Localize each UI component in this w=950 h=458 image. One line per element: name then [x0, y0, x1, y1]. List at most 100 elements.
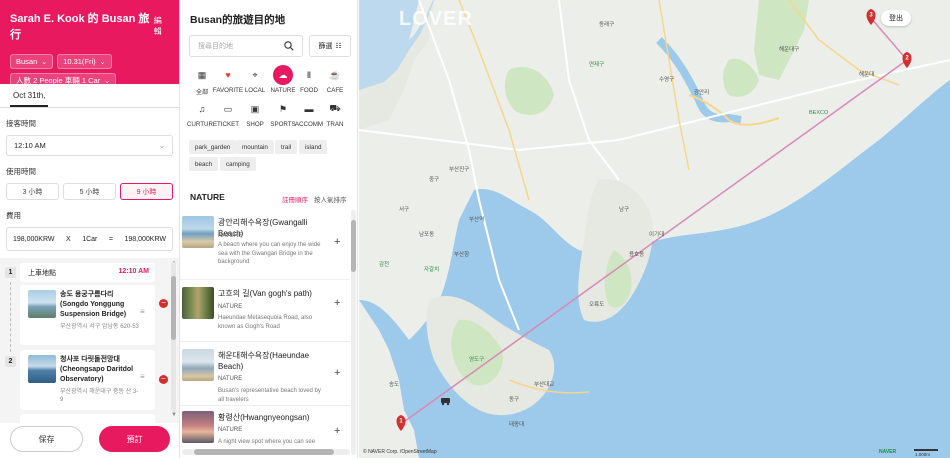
- map-label: 부산진구: [449, 167, 470, 173]
- tag-camping[interactable]: camping: [220, 157, 256, 171]
- place-desc: Busan's representative beach loved by al…: [218, 388, 321, 403]
- place-name: 해운대해수욕장(Haeundae Beach): [218, 351, 310, 371]
- map-label: 해운대: [859, 72, 875, 78]
- tag-beach[interactable]: beach: [189, 157, 219, 171]
- footer-actions: 保存 預訂: [0, 423, 179, 458]
- scale-label: 1,000m: [915, 452, 931, 457]
- stop-thumbnail: [28, 355, 56, 383]
- hours-9-button[interactable]: 9 小時: [120, 183, 173, 200]
- divider: [180, 279, 350, 280]
- bed-icon: ▬: [304, 104, 314, 114]
- times-sign: X: [66, 235, 71, 243]
- pickup-row[interactable]: 上車地點 12:10 AM: [20, 263, 155, 282]
- map-label: 이기대: [649, 232, 665, 238]
- map-label: 남포동: [419, 232, 435, 238]
- place-thumbnail: [182, 349, 214, 381]
- music-icon: ♫: [198, 104, 206, 114]
- grid-icon: ▦: [197, 69, 207, 80]
- add-icon[interactable]: +: [334, 425, 340, 437]
- total-price: 198,000KRW: [124, 235, 166, 243]
- place-thumbnail: [182, 411, 214, 443]
- place-desc: A beach where you can enjoy the wide sea…: [218, 242, 321, 265]
- map-view[interactable]: 1 2 3 부산진구 수영구 해운대구 연제구 동래구 남구 부산역 광안리 BEXCO 해운대 용…: [359, 0, 950, 458]
- brand-logo: LOVER: [399, 8, 473, 30]
- stop-number: 1: [5, 267, 16, 278]
- hours-3-button[interactable]: 3 小時: [6, 183, 59, 200]
- place-item[interactable]: 해운대해수욕장(Haeundae Beach) NATURE Busan's r…: [180, 349, 348, 409]
- map-label: 해운대구: [779, 47, 800, 53]
- place-item[interactable]: 광안리해수욕장(Gwangalli Beach) NATURE A beach …: [180, 216, 348, 276]
- logout-button[interactable]: 登出: [881, 10, 911, 26]
- chevron-down-icon: ⌄: [41, 58, 48, 66]
- sort-popularity[interactable]: 按人氣排序: [314, 194, 347, 204]
- remove-icon[interactable]: −: [159, 299, 168, 308]
- drag-handle-icon[interactable]: ≡: [140, 372, 145, 381]
- city-select[interactable]: Busan ⌄: [10, 54, 54, 69]
- place-desc: A night view spot where you can see: [218, 439, 316, 445]
- fee-box: 198,000KRW X 1Car = 198,000KRW: [6, 227, 173, 251]
- place-tag: NATURE: [218, 427, 243, 433]
- run-icon: ⚑: [278, 103, 288, 114]
- scale-bar: [914, 449, 938, 451]
- tag-island[interactable]: island: [299, 140, 328, 154]
- stop-address: 부산광역시 서구 암남동 620-53: [60, 324, 139, 330]
- map-label: 태종대: [509, 422, 525, 428]
- place-name: 황령산(Hwangnyeongsan): [218, 413, 310, 422]
- pickup-row-time: 12:10 AM: [118, 268, 149, 275]
- search-input[interactable]: 搜尋目的地: [189, 35, 303, 57]
- map-label: 중구: [429, 177, 440, 183]
- hours-group: 3 小時 5 小時 9 小時: [6, 183, 173, 200]
- add-icon[interactable]: +: [334, 367, 340, 379]
- itinerary-scrollbar[interactable]: [171, 262, 176, 412]
- add-icon[interactable]: +: [334, 297, 340, 309]
- stop-name: 청사포 다릿돌전망대 (Cheongsapo Daritdol Observat…: [60, 356, 134, 383]
- list-item[interactable]: 송도 용궁구름다리 (Songdo Yonggung Suspension Br…: [20, 285, 155, 345]
- list-item[interactable]: [20, 414, 155, 423]
- map-label: 동래구: [599, 22, 615, 28]
- category-tran[interactable]: ⛟ TRAN: [322, 99, 348, 128]
- map-label: 동구: [509, 397, 520, 403]
- tag-mountain[interactable]: mountain: [236, 140, 274, 154]
- search-icon[interactable]: [284, 41, 294, 51]
- search-placeholder: 搜尋目的地: [198, 43, 233, 50]
- timeline-line: [10, 282, 11, 352]
- pickup-row-label: 上車地點: [28, 270, 56, 277]
- map-label: 자갈치: [424, 267, 440, 273]
- destination-panel: Busan的旅遊目的地 搜尋目的地 篩選 ☷ ▦ 全部 ♥ FAVORITE ⌖ LOCA…: [180, 0, 358, 458]
- place-tag: NATURE: [218, 233, 243, 239]
- place-item[interactable]: 고흐의 길(Van gogh's path) NATURE Haeundae M…: [180, 287, 348, 347]
- horizontal-scrollbar[interactable]: [182, 449, 350, 455]
- car-icon: ⛟: [329, 103, 341, 113]
- tab-date[interactable]: Oct 31th,: [10, 91, 49, 107]
- itinerary-list: 1 上車地點 12:10 AM 송도 용궁구름다리 (Songdo Yonggu…: [0, 258, 179, 423]
- date-select[interactable]: 10.31(Fri) ⌄: [57, 54, 112, 69]
- place-item[interactable]: 황령산(Hwangnyeongsan) NATURE A night view …: [180, 411, 348, 449]
- map-canvas[interactable]: 1 2 3: [359, 0, 950, 458]
- book-button[interactable]: 預訂: [99, 426, 170, 452]
- places-scrollbar[interactable]: [351, 210, 356, 455]
- category-cafe[interactable]: ☕ CAFE: [322, 65, 348, 95]
- pin-icon: ⌖: [252, 69, 258, 80]
- people-select[interactable]: 人數 2 People 車輛 1 Car ⌄: [10, 73, 117, 88]
- save-button[interactable]: 保存: [10, 426, 83, 452]
- pickup-time-select[interactable]: 12:10 AM ⌄: [6, 135, 173, 156]
- sort-registration[interactable]: 註冊順序: [282, 194, 308, 204]
- chevron-down-icon: ⌄: [104, 77, 111, 85]
- drag-handle-icon[interactable]: ≡: [140, 307, 145, 316]
- heart-icon: ♥: [225, 70, 231, 80]
- remove-icon[interactable]: −: [159, 375, 168, 384]
- ticket-icon: ▭: [223, 103, 233, 114]
- add-icon[interactable]: +: [334, 236, 340, 248]
- map-label: BEXCO: [809, 110, 829, 116]
- filter-button[interactable]: 篩選 ☷: [309, 35, 351, 57]
- tag-park-garden[interactable]: park_garden: [189, 140, 237, 154]
- list-item[interactable]: 청사포 다릿돌전망대 (Cheongsapo Daritdol Observat…: [20, 350, 155, 410]
- place-desc: Haeundae Metasequoia Road, also known as…: [218, 315, 313, 330]
- tag-trail[interactable]: trail: [275, 140, 298, 154]
- trip-panel: Sarah E. Kook 的 Busan 旅行 編輯 Busan ⌄ 10.31…: [0, 0, 180, 458]
- hours-5-button[interactable]: 5 小時: [63, 183, 116, 200]
- scroll-down-icon[interactable]: ▼: [171, 412, 177, 418]
- map-label: 부산항: [454, 252, 470, 258]
- edit-button[interactable]: 編輯: [154, 15, 169, 37]
- trip-title: Sarah E. Kook 的 Busan 旅行: [10, 13, 150, 41]
